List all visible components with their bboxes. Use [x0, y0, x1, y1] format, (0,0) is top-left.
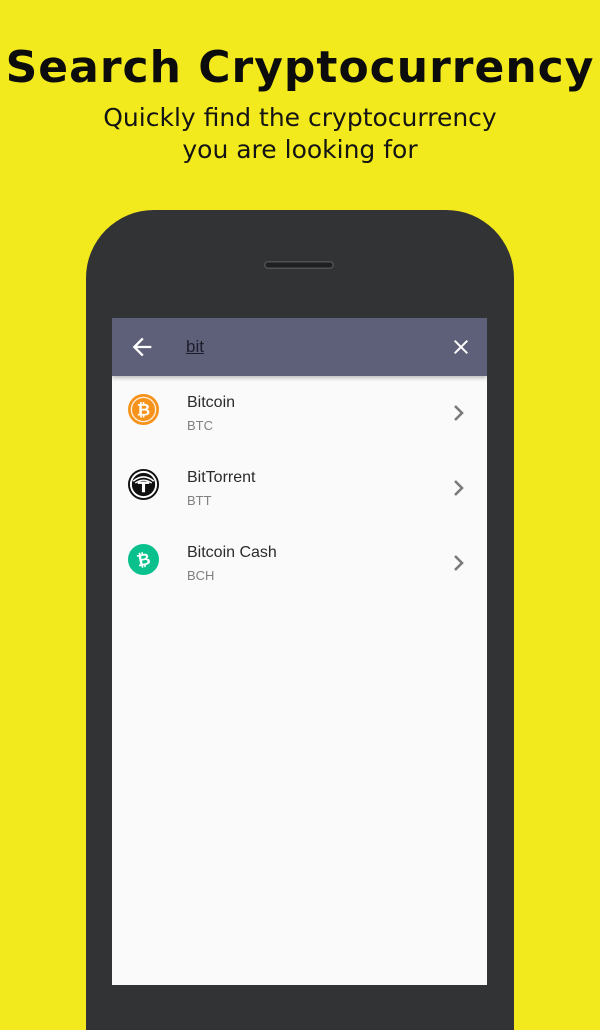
chevron-right-icon: [454, 405, 464, 421]
promo-subtitle-line-1: Quickly find the cryptocurrency: [103, 103, 497, 132]
search-app-bar: [112, 318, 487, 376]
coin-name: Bitcoin Cash: [187, 544, 277, 561]
coin-symbol: BTT: [187, 493, 212, 508]
bittorrent-icon: [127, 468, 160, 501]
back-button[interactable]: [128, 333, 156, 361]
list-item-bitcoin-cash[interactable]: ₿ Bitcoin Cash BCH: [112, 526, 487, 601]
coin-symbol: BTC: [187, 418, 213, 433]
list-item-bitcoin[interactable]: ₿ Bitcoin BTC: [112, 376, 487, 451]
close-icon: [454, 340, 468, 354]
arrow-left-icon: [132, 337, 152, 357]
coin-name: BitTorrent: [187, 469, 256, 486]
coin-name: Bitcoin: [187, 394, 236, 411]
search-input[interactable]: [186, 336, 426, 358]
search-results-list: ₿ Bitcoin BTC BitTorrent BTT ₿ Bitcoin C…: [112, 376, 487, 601]
promo-subtitle: Quickly find the cryptocurrency you are …: [0, 102, 600, 166]
list-item-bittorrent[interactable]: BitTorrent BTT: [112, 451, 487, 526]
phone-frame: ₿ Bitcoin BTC BitTorrent: [86, 210, 514, 1030]
chevron-right-icon: [454, 555, 464, 571]
phone-screen: ₿ Bitcoin BTC BitTorrent: [112, 318, 487, 985]
chevron-right-icon: [454, 480, 464, 496]
promo-title: Search Cryptocurrency: [5, 42, 595, 93]
clear-search-button[interactable]: [449, 335, 473, 359]
bitcoin-icon: ₿: [127, 393, 160, 426]
svg-text:₿: ₿: [137, 400, 150, 419]
promo-subtitle-line-2: you are looking for: [182, 135, 418, 164]
bitcoin-cash-icon: ₿: [127, 543, 160, 576]
coin-symbol: BCH: [187, 568, 215, 583]
phone-speaker: [264, 261, 334, 269]
